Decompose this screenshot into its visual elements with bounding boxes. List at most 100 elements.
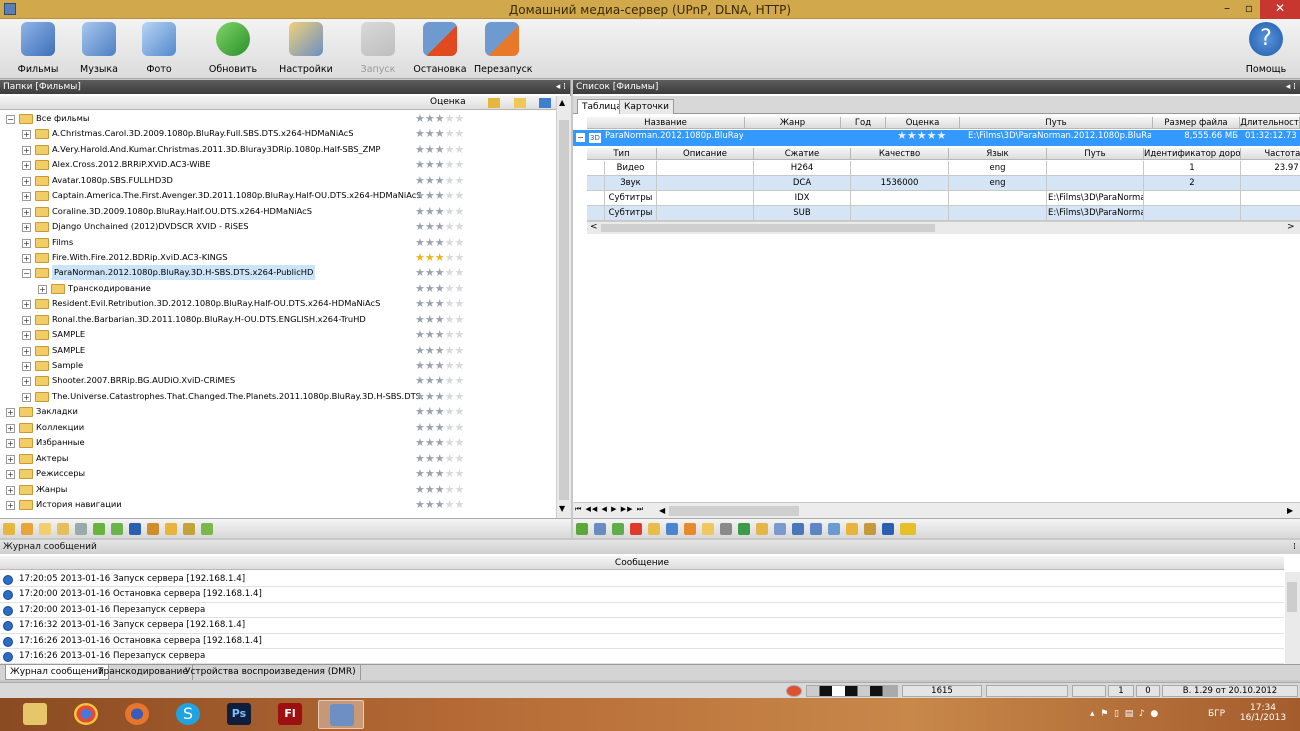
star-icon[interactable]: ★ — [435, 174, 445, 187]
star-icon[interactable]: ★ — [917, 129, 927, 142]
star-icon[interactable]: ★ — [415, 112, 425, 125]
stream-cell-path[interactable] — [1047, 161, 1144, 176]
column-header[interactable]: Оценка — [886, 117, 960, 129]
star-icon[interactable]: ★ — [425, 374, 435, 387]
expand-toggle-icon[interactable]: + — [22, 223, 31, 233]
star-icon[interactable]: ★ — [445, 174, 455, 187]
star-icon[interactable]: ★ — [435, 374, 445, 387]
tree-item[interactable]: + Sample ★★★★★ — [0, 358, 556, 373]
stream-cell-path[interactable]: E:\Films\3D\ParaNormar — [1047, 206, 1144, 221]
star-icon[interactable]: ★ — [435, 127, 445, 140]
rating-stars[interactable]: ★★★★★ — [415, 404, 464, 419]
star-icon[interactable]: ★ — [445, 297, 455, 310]
stream-column-header[interactable]: Язык — [949, 148, 1047, 160]
star-icon[interactable]: ★ — [455, 344, 465, 357]
star-icon[interactable]: ★ — [455, 127, 465, 140]
star-icon[interactable]: ★ — [455, 158, 465, 171]
check-icon[interactable] — [612, 523, 624, 535]
help-button[interactable]: ? Помощь — [1238, 19, 1294, 79]
star-icon[interactable]: ★ — [415, 436, 425, 449]
rating-stars[interactable]: ★★★★★ — [415, 497, 464, 512]
star-icon[interactable]: ★ — [445, 205, 455, 218]
star-icon[interactable]: ★ — [445, 452, 455, 465]
star-icon[interactable]: ★ — [445, 421, 455, 434]
rating-stars[interactable]: ★★★★★ — [415, 435, 464, 450]
column-header[interactable]: Год — [841, 117, 886, 129]
folder-icon[interactable] — [648, 523, 660, 535]
stream-cell-type[interactable]: Видео — [605, 161, 657, 176]
expand-toggle-icon[interactable]: + — [6, 423, 15, 433]
save-icon[interactable] — [882, 523, 894, 535]
star-icon[interactable]: ★ — [425, 452, 435, 465]
imdb-icon[interactable] — [900, 523, 916, 535]
star-icon[interactable]: ★ — [455, 452, 465, 465]
stream-column-header[interactable]: Путь — [1047, 148, 1144, 160]
music-button[interactable]: Музыка — [71, 19, 127, 79]
stream-cell-lang[interactable] — [949, 191, 1047, 206]
stream-cell-desc[interactable] — [657, 206, 754, 221]
tree-item[interactable]: + Избранные ★★★★★ — [0, 435, 556, 450]
tree-item[interactable]: + Fire.With.Fire.2012.BDRip.XviD.AC3-KING… — [0, 250, 556, 265]
photo-button[interactable]: Фото — [131, 19, 187, 79]
stream-cell-codec[interactable]: DCA — [754, 176, 851, 191]
clock[interactable]: 17:34 16/1/2013 — [1238, 703, 1288, 723]
star-icon[interactable]: ★ — [425, 251, 435, 264]
keyboard-language[interactable]: БГР — [1208, 698, 1225, 731]
stream-cell-freq[interactable]: 23.97 — [1241, 161, 1300, 176]
tree-item[interactable]: + Закладки ★★★★★ — [0, 404, 556, 419]
column-header[interactable]: Название — [587, 117, 745, 129]
taskbar-skype[interactable]: S — [165, 700, 211, 729]
columns-icon[interactable] — [539, 98, 551, 108]
taskbar-chrome[interactable] — [63, 700, 109, 729]
rating-stars[interactable]: ★★★★★ — [415, 173, 464, 188]
star-icon[interactable]: ★ — [445, 374, 455, 387]
rating-stars[interactable]: ★★★★★ — [415, 451, 464, 466]
stream-cell-quality[interactable]: 1536000 — [851, 176, 949, 191]
tag-icon[interactable] — [702, 523, 714, 535]
expand-toggle-icon[interactable]: − — [6, 115, 15, 124]
column-header[interactable]: Жанр — [745, 117, 841, 129]
stream-cell-lang[interactable]: eng — [949, 176, 1047, 191]
stream-column-header[interactable]: Сжатие — [754, 148, 851, 160]
record-navigator[interactable]: ⏮ ◀◀ ◀ ▶ ▶▶ ⏭ — [575, 505, 644, 514]
star-icon[interactable]: ★ — [445, 236, 455, 249]
star-icon[interactable]: ★ — [435, 405, 445, 418]
rating-stars[interactable]: ★★★★★ — [415, 281, 464, 296]
star-icon[interactable]: ★ — [445, 313, 455, 326]
scroll-right-icon[interactable]: ▶ — [1287, 506, 1293, 515]
films-button[interactable]: Фильмы — [10, 19, 66, 79]
star-icon[interactable]: ★ — [415, 390, 425, 403]
stop-button[interactable]: Остановка — [412, 19, 468, 79]
rating-stars[interactable]: ★★★★★ — [415, 219, 464, 234]
star-icon[interactable]: ★ — [445, 467, 455, 480]
tab-cards[interactable]: Карточки — [619, 99, 674, 114]
star-icon[interactable]: ★ — [425, 405, 435, 418]
stream-cell-quality[interactable] — [851, 161, 949, 176]
rating-column-header[interactable]: Оценка — [430, 97, 466, 107]
tree-scrollbar[interactable]: ▲ ▼ — [556, 96, 571, 518]
star-icon[interactable]: ★ — [435, 189, 445, 202]
hscroll-thumb[interactable] — [601, 224, 935, 232]
filter-icon[interactable] — [488, 98, 500, 108]
expand-toggle-icon[interactable]: + — [22, 253, 31, 263]
stream-cell-desc[interactable] — [657, 176, 754, 191]
star-icon[interactable]: ★ — [415, 374, 425, 387]
tree-item[interactable]: − Все фильмы ★★★★★ — [0, 111, 556, 126]
stream-cell-type[interactable]: Звук — [605, 176, 657, 191]
start-button[interactable]: Запуск — [350, 19, 406, 79]
log-row[interactable]: 17:20:00 2013-01-16 Остановка сервера [1… — [0, 587, 1284, 603]
expand-toggle-icon[interactable]: + — [22, 315, 31, 325]
star-icon[interactable]: ★ — [425, 189, 435, 202]
expand-toggle-icon[interactable]: + — [6, 454, 15, 464]
rating-stars[interactable]: ★★★★★ — [415, 420, 464, 435]
tree-item[interactable]: + A.Very.Harold.And.Kumar.Christmas.2011.… — [0, 142, 556, 157]
star-icon[interactable]: ★ — [435, 112, 445, 125]
star-icon[interactable]: ★ — [455, 220, 465, 233]
star-icon[interactable]: ★ — [415, 405, 425, 418]
tree-item[interactable]: + SAMPLE ★★★★★ — [0, 327, 556, 342]
star-icon[interactable]: ★ — [435, 282, 445, 295]
expand-toggle-icon[interactable]: + — [22, 192, 31, 202]
stream-cell-codec[interactable]: H264 — [754, 161, 851, 176]
stream-cell-quality[interactable] — [851, 206, 949, 221]
star-icon[interactable]: ★ — [435, 220, 445, 233]
